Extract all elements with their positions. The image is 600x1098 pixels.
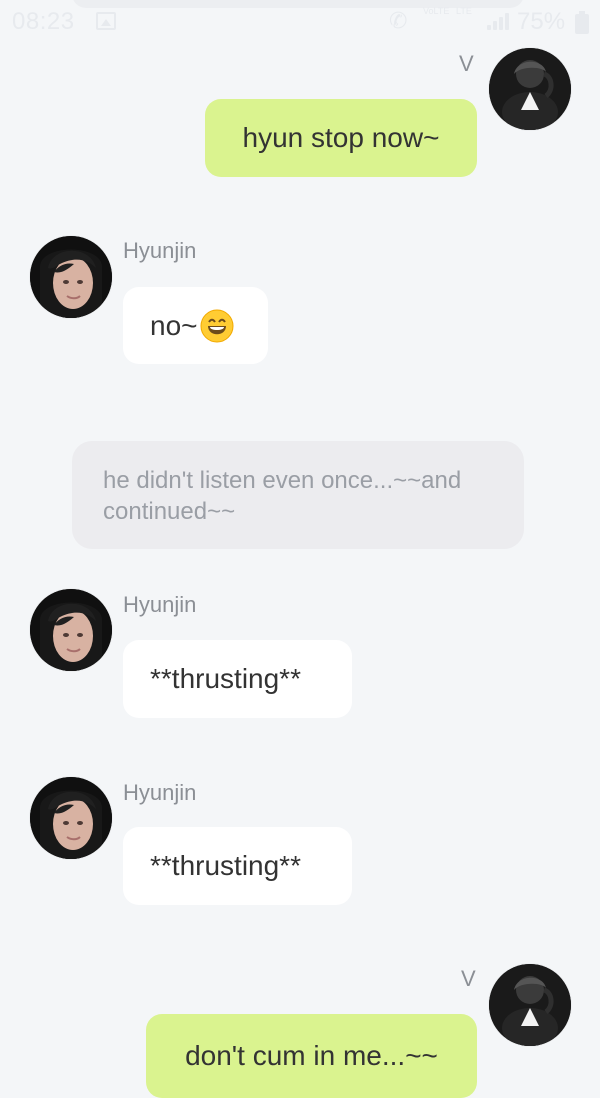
narration-text: he didn't listen even once...~~and conti… bbox=[103, 467, 462, 525]
avatar-v-image bbox=[489, 48, 571, 130]
message-bubble-6: don't cum in me...~~ bbox=[146, 1014, 477, 1098]
avatar-hyunjin-1[interactable] bbox=[30, 236, 112, 318]
battery-icon bbox=[575, 11, 589, 34]
message-bubble-1: hyun stop now~ bbox=[205, 99, 477, 177]
sender-name-hyunjin-3: Hyunjin bbox=[123, 780, 197, 805]
status-bar: 08:23 ✆ VoLTE LTE 75% bbox=[0, 0, 600, 46]
avatar-v-2[interactable] bbox=[489, 964, 571, 1046]
avatar-hyunjin-image-3 bbox=[30, 777, 112, 859]
message-bubble-2: no~ bbox=[123, 287, 268, 364]
grinning-face-emoji bbox=[200, 308, 234, 343]
avatar-hyunjin-image-1 bbox=[30, 236, 112, 318]
message-text-4: **thrusting** bbox=[150, 663, 301, 694]
message-bubble-4: **thrusting** bbox=[123, 640, 352, 718]
image-icon bbox=[96, 12, 116, 30]
sender-name-v-2: V bbox=[461, 966, 476, 991]
message-text-6: don't cum in me...~~ bbox=[185, 1040, 438, 1071]
avatar-v-image-2 bbox=[489, 964, 571, 1046]
message-text-2: no~ bbox=[150, 309, 198, 341]
sender-name-hyunjin-1: Hyunjin bbox=[123, 238, 197, 263]
sender-name-v: V bbox=[459, 51, 474, 76]
narration-message: he didn't listen even once...~~and conti… bbox=[72, 441, 524, 549]
message-bubble-5: **thrusting** bbox=[123, 827, 352, 905]
status-time: 08:23 bbox=[12, 8, 75, 35]
lte-indicator: LTE bbox=[456, 6, 472, 16]
avatar-v[interactable] bbox=[489, 48, 571, 130]
message-text-1: hyun stop now~ bbox=[242, 122, 440, 153]
avatar-hyunjin-image-2 bbox=[30, 589, 112, 671]
phone-icon: ✆ bbox=[389, 8, 408, 33]
avatar-hyunjin-3[interactable] bbox=[30, 777, 112, 859]
message-text-5: **thrusting** bbox=[150, 850, 301, 881]
battery-percentage: 75% bbox=[517, 8, 566, 35]
volte-indicator: VoLTE bbox=[423, 6, 450, 16]
sender-name-hyunjin-2: Hyunjin bbox=[123, 592, 197, 617]
avatar-hyunjin-2[interactable] bbox=[30, 589, 112, 671]
signal-icon bbox=[487, 12, 511, 30]
